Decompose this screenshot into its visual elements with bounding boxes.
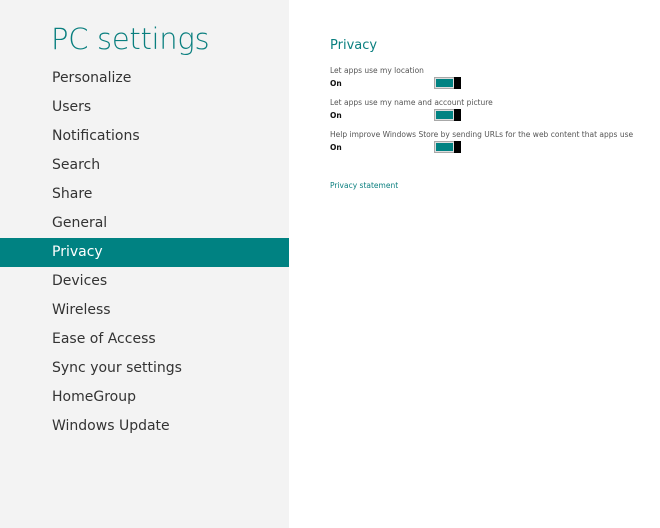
store-urls-toggle[interactable]: [434, 141, 461, 153]
sidebar-item-general[interactable]: General: [0, 209, 289, 238]
name-picture-toggle[interactable]: [434, 109, 461, 121]
privacy-statement-link[interactable]: Privacy statement: [330, 181, 398, 190]
sidebar-item-notifications[interactable]: Notifications: [0, 122, 289, 151]
setting-label: Let apps use my location: [330, 66, 424, 75]
section-title: Privacy: [330, 38, 378, 53]
sidebar-item-users[interactable]: Users: [0, 93, 289, 122]
sidebar-item-share[interactable]: Share: [0, 180, 289, 209]
setting-store-urls: Help improve Windows Store by sending UR…: [330, 130, 634, 153]
toggle-thumb: [454, 77, 461, 89]
setting-label: Let apps use my name and account picture: [330, 98, 493, 107]
sidebar-item-homegroup[interactable]: HomeGroup: [0, 383, 289, 412]
toggle-thumb: [454, 141, 461, 153]
setting-state: On: [330, 143, 342, 152]
setting-state: On: [330, 111, 342, 120]
sidebar-item-windows-update[interactable]: Windows Update: [0, 412, 289, 441]
sidebar-item-privacy[interactable]: Privacy: [0, 238, 289, 267]
sidebar-item-personalize[interactable]: Personalize: [0, 64, 289, 93]
sidebar-item-wireless[interactable]: Wireless: [0, 296, 289, 325]
sidebar: PC settings Personalize Users Notificati…: [0, 0, 289, 528]
sidebar-item-sync-settings[interactable]: Sync your settings: [0, 354, 289, 383]
page-title: PC settings: [51, 22, 210, 56]
setting-label: Help improve Windows Store by sending UR…: [330, 130, 634, 139]
toggle-fill: [436, 79, 453, 87]
toggle-fill: [436, 143, 453, 151]
sidebar-item-ease-of-access[interactable]: Ease of Access: [0, 325, 289, 354]
setting-state: On: [330, 79, 342, 88]
setting-location: Let apps use my location On: [330, 66, 630, 89]
setting-name-picture: Let apps use my name and account picture…: [330, 98, 630, 121]
location-toggle[interactable]: [434, 77, 461, 89]
sidebar-nav: Personalize Users Notifications Search S…: [0, 64, 289, 441]
sidebar-item-search[interactable]: Search: [0, 151, 289, 180]
toggle-thumb: [454, 109, 461, 121]
sidebar-item-devices[interactable]: Devices: [0, 267, 289, 296]
toggle-fill: [436, 111, 453, 119]
